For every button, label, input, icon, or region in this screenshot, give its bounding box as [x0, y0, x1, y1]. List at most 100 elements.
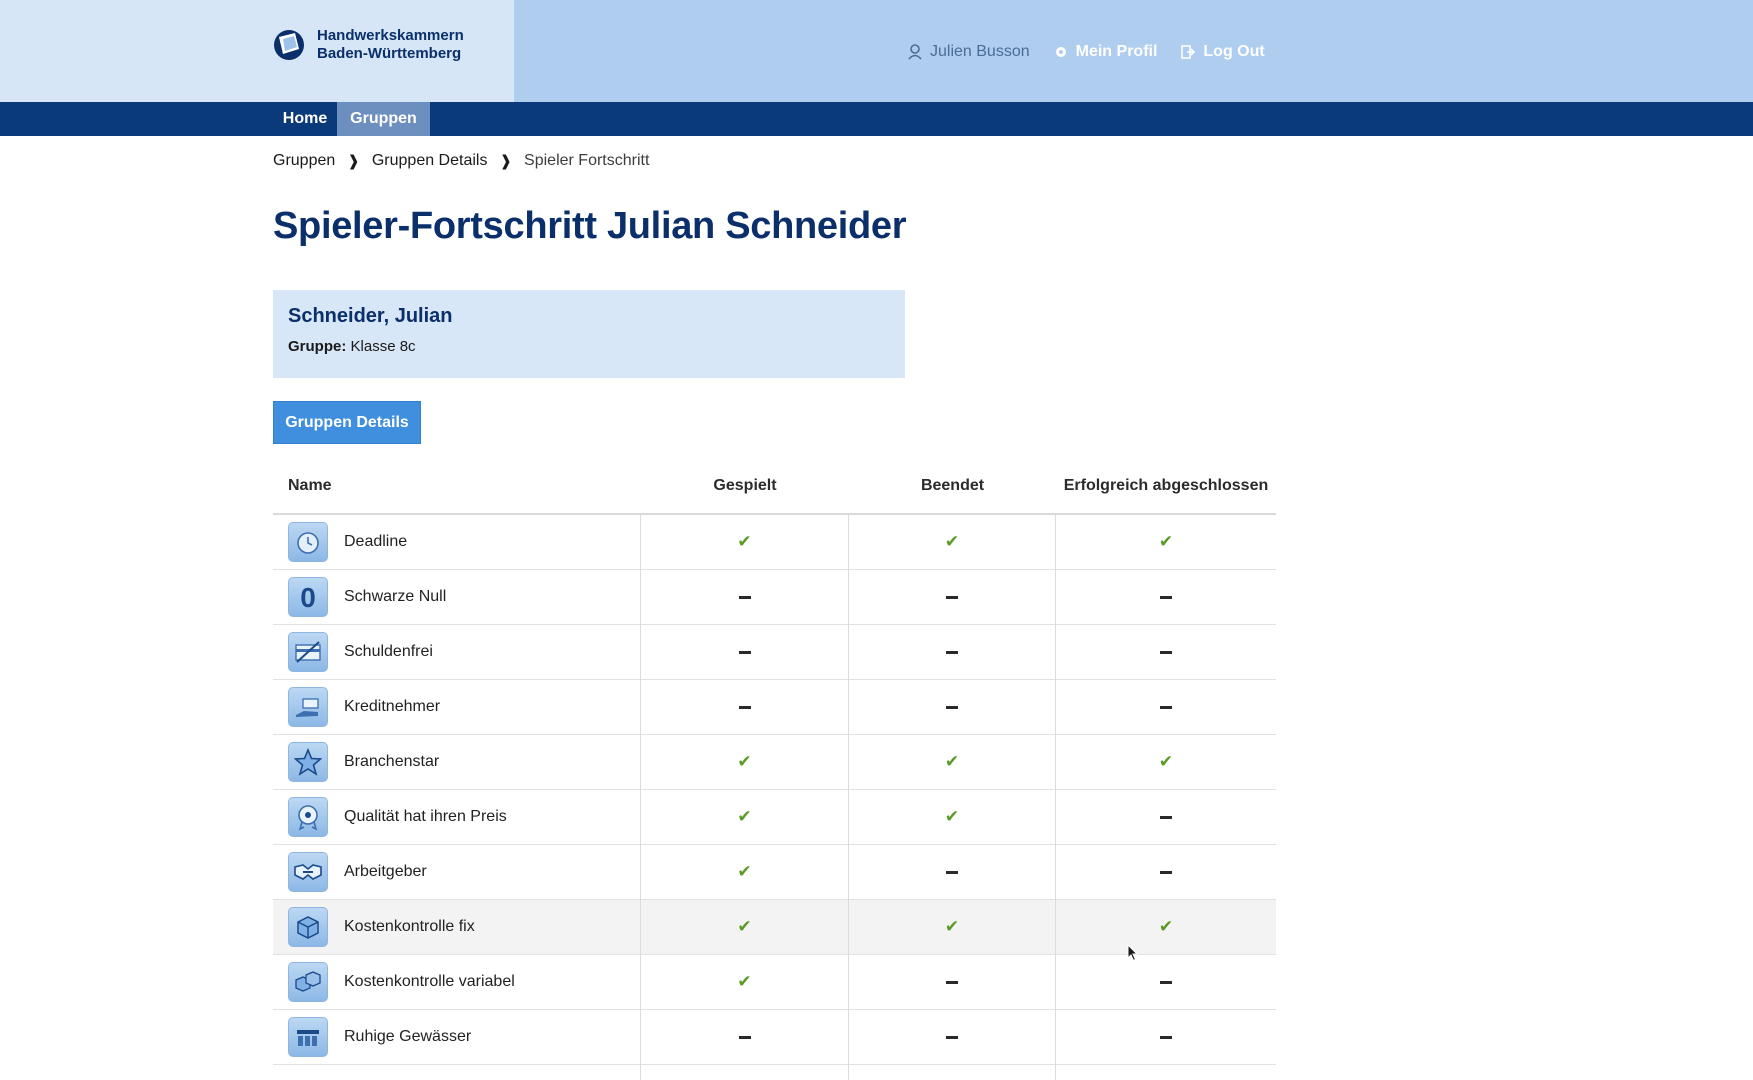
- cell-erfolgreich: [1056, 790, 1276, 845]
- logout-icon: [1181, 45, 1196, 59]
- game-name: Qualität hat ihren Preis: [344, 808, 507, 825]
- cell-beendet: ✔: [849, 734, 1056, 790]
- bars-icon: [288, 1017, 328, 1057]
- profile-link[interactable]: Mein Profil: [1054, 43, 1158, 61]
- box-icon: [288, 907, 328, 947]
- checkmark-icon: ✔: [737, 752, 752, 771]
- cell-gespielt: [641, 679, 849, 735]
- cell-beendet: ✔: [849, 899, 1056, 955]
- checkmark-icon: ✔: [1158, 917, 1174, 936]
- main-nav: Home Gruppen: [0, 102, 1753, 136]
- column-header-name[interactable]: Name: [273, 465, 641, 513]
- logout-link[interactable]: Log Out: [1181, 43, 1265, 61]
- dash-icon: [1160, 815, 1172, 819]
- dash-icon: [1160, 980, 1172, 984]
- cell-name: Ruhige Gewässer: [273, 1009, 641, 1065]
- dash-icon: [946, 980, 958, 984]
- game-name: Ruhige Gewässer: [344, 1028, 472, 1045]
- table-row[interactable]: Kostenkontrolle fix ✔ ✔ ✔: [273, 899, 1276, 955]
- cell-gespielt: ✔: [641, 734, 849, 790]
- checkmark-icon: ✔: [944, 752, 960, 771]
- breadcrumb-separator: ❱: [347, 153, 360, 170]
- user-nav: Julien Busson Mein Profil Log Out: [908, 43, 1289, 61]
- dash-icon: [1160, 870, 1172, 874]
- table-header: Name Gespielt Beendet Erfolgreich abgesc…: [273, 465, 1276, 515]
- cell-beendet: ✔: [849, 514, 1056, 570]
- cell-name: 0 Schwarze Null: [273, 569, 641, 625]
- table-row[interactable]: Deadline ✔ ✔ ✔: [273, 514, 1276, 570]
- table-row[interactable]: Branchenstar ✔ ✔ ✔: [273, 734, 1276, 790]
- player-group-value: Klasse 8c: [350, 338, 416, 355]
- table-row[interactable]: Qualität hat ihren Preis ✔ ✔: [273, 789, 1276, 845]
- cell-gespielt: ✔: [641, 514, 849, 570]
- checkmark-icon: ✔: [737, 917, 752, 936]
- cell-erfolgreich: [1056, 625, 1276, 680]
- cell-erfolgreich: ✔: [1056, 735, 1276, 790]
- checkmark-icon: ✔: [737, 532, 752, 551]
- game-name: Schwarze Null: [344, 588, 447, 605]
- star-icon: [288, 742, 328, 782]
- cell-name: Kostenkontrolle fix: [273, 899, 641, 955]
- profile-label: Mein Profil: [1075, 43, 1158, 60]
- logo-area: Handwerkskammern Baden-Württemberg: [0, 0, 514, 102]
- group-details-button[interactable]: Gruppen Details: [273, 401, 421, 444]
- chamber-logo-icon: [274, 30, 304, 60]
- current-user: Julien Busson: [908, 43, 1030, 61]
- cell-gespielt: ✔: [641, 789, 849, 845]
- org-name-line1: Handwerkskammern: [317, 27, 464, 44]
- cell-erfolgreich: ✔: [1056, 900, 1276, 955]
- table-body: Deadline ✔ ✔ ✔ 0 Schwarze Null Schuldenfrei Kre…: [273, 514, 1276, 1065]
- checkmark-icon: ✔: [1158, 532, 1174, 551]
- game-name: Schuldenfrei: [344, 643, 433, 660]
- table-row[interactable]: Arbeitgeber ✔: [273, 844, 1276, 900]
- dash-icon: [1160, 705, 1172, 709]
- svg-text:0: 0: [300, 582, 316, 612]
- org-logo[interactable]: Handwerkskammern Baden-Württemberg: [273, 27, 464, 63]
- dash-icon: [946, 705, 958, 709]
- game-name: Deadline: [344, 533, 408, 550]
- cell-name: Kreditnehmer: [273, 679, 641, 735]
- checkmark-icon: ✔: [944, 917, 960, 936]
- cell-name: Arbeitgeber: [273, 844, 641, 900]
- breadcrumb-gruppen-details[interactable]: Gruppen Details: [372, 152, 488, 170]
- game-name: Arbeitgeber: [344, 863, 427, 880]
- dash-icon: [1160, 595, 1172, 599]
- page-title: Spieler-Fortschritt Julian Schneider: [273, 205, 907, 247]
- player-info-card: Schneider, Julian Gruppe: Klasse 8c: [273, 290, 905, 378]
- cell-erfolgreich: [1056, 680, 1276, 735]
- table-row[interactable]: Schuldenfrei: [273, 624, 1276, 680]
- cell-gespielt: [641, 624, 849, 680]
- game-name: Kostenkontrolle fix: [344, 918, 475, 935]
- dash-icon: [738, 705, 751, 709]
- table-row[interactable]: Kostenkontrolle variabel ✔: [273, 954, 1276, 1010]
- table-row[interactable]: Kreditnehmer: [273, 679, 1276, 735]
- nav-home[interactable]: Home: [273, 102, 337, 136]
- dash-icon: [1160, 1035, 1172, 1039]
- table-row[interactable]: 0 Schwarze Null: [273, 569, 1276, 625]
- cell-gespielt: ✔: [641, 899, 849, 955]
- dash-icon: [946, 870, 958, 874]
- cell-name: Schuldenfrei: [273, 624, 641, 680]
- game-name: Kostenkontrolle variabel: [344, 973, 515, 990]
- column-header-beendet[interactable]: Beendet: [849, 465, 1056, 513]
- cell-beendet: [849, 569, 1056, 625]
- checkmark-icon: ✔: [944, 532, 960, 551]
- player-name: Schneider, Julian: [288, 305, 453, 327]
- stopwatch-icon: [288, 522, 328, 562]
- medal-icon: [288, 797, 328, 837]
- cell-beendet: [849, 624, 1056, 680]
- gear-icon: [1055, 47, 1066, 57]
- cell-beendet: [849, 844, 1056, 900]
- column-header-erfolgreich[interactable]: Erfolgreich abgeschlossen: [1056, 465, 1276, 513]
- game-name: Kreditnehmer: [344, 698, 441, 715]
- table-row[interactable]: Ruhige Gewässer: [273, 1009, 1276, 1065]
- nav-gruppen[interactable]: Gruppen: [337, 102, 430, 136]
- cell-gespielt: [641, 1009, 849, 1065]
- breadcrumb-gruppen[interactable]: Gruppen: [273, 152, 335, 170]
- dash-icon: [738, 1035, 751, 1039]
- org-name: Handwerkskammern Baden-Württemberg: [317, 27, 464, 63]
- column-header-gespielt[interactable]: Gespielt: [641, 465, 849, 513]
- cell-gespielt: [641, 569, 849, 625]
- dash-icon: [946, 650, 958, 654]
- progress-table: Name Gespielt Beendet Erfolgreich abgesc…: [273, 465, 1276, 1080]
